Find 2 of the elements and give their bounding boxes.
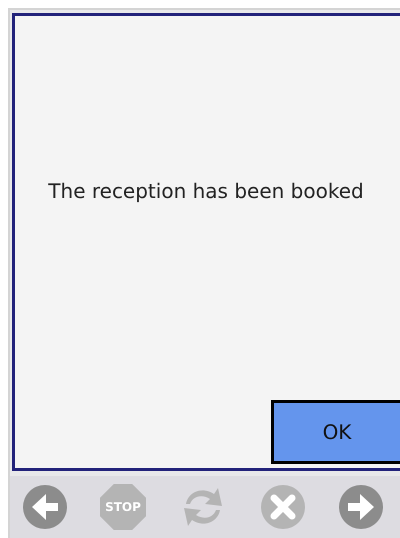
dialog-message: The reception has been booked bbox=[47, 178, 365, 204]
ok-button[interactable]: OK bbox=[271, 400, 400, 464]
